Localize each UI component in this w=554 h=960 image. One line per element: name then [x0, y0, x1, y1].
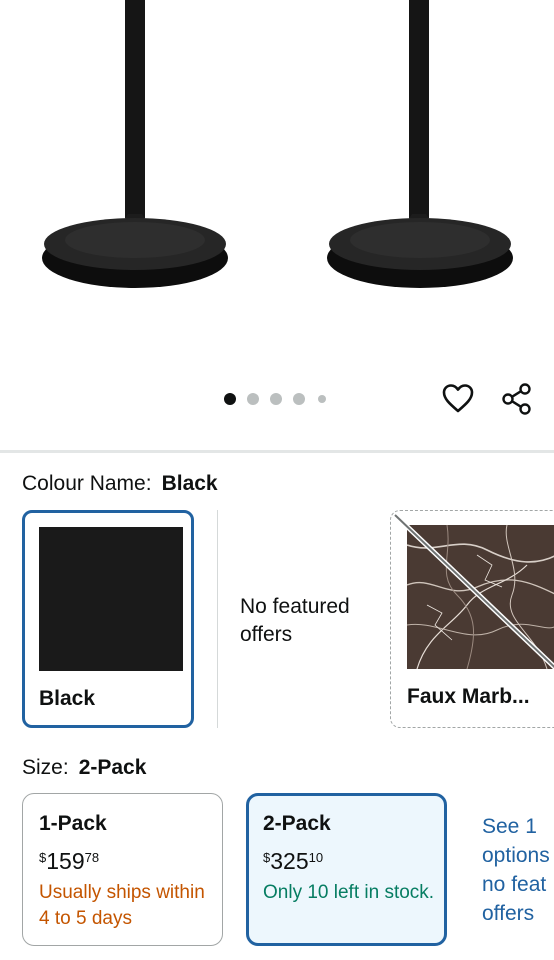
price-whole: 325	[270, 848, 309, 874]
colour-label: Colour Name:	[22, 472, 152, 495]
see-more-options-link[interactable]: See 1 options no feat offers	[482, 812, 554, 928]
size-selected-value: 2-Pack	[78, 756, 147, 779]
size-option-price: $15978	[39, 848, 99, 875]
carousel-dot-2[interactable]	[247, 393, 259, 405]
size-label-row: Size: 2-Pack	[22, 756, 146, 780]
size-option-2-pack[interactable]: 2-Pack $32510 Only 10 left in stock.	[246, 793, 447, 946]
price-fraction: 10	[308, 850, 324, 865]
heart-icon	[442, 384, 474, 413]
price-symbol: $	[263, 850, 271, 865]
share-button[interactable]	[500, 382, 534, 416]
colour-selected-value: Black	[161, 472, 218, 495]
colour-option-name: Black	[39, 687, 96, 710]
black-swatch-image	[39, 527, 183, 671]
price-whole: 159	[46, 848, 85, 874]
carousel-dot-1[interactable]	[224, 393, 236, 405]
price-symbol: $	[39, 850, 47, 865]
section-divider	[0, 450, 554, 453]
colour-option-faux-marble[interactable]: Faux Marb...	[390, 510, 554, 728]
colour-option-name: Faux Marb...	[407, 685, 530, 708]
colour-option-separator	[217, 510, 218, 728]
colour-option-no-offers[interactable]: No featured offers	[240, 593, 380, 649]
colour-label-row: Colour Name: Black	[22, 472, 218, 496]
share-icon	[502, 383, 531, 415]
carousel-dot-5[interactable]	[318, 395, 326, 403]
size-option-title: 2-Pack	[263, 812, 331, 835]
size-option-title: 1-Pack	[39, 812, 107, 835]
size-label: Size:	[22, 756, 69, 779]
shipping-message: Usually ships within 4 to 5 days	[39, 882, 205, 929]
price-fraction: 78	[84, 850, 100, 865]
product-image-gallery[interactable]	[0, 0, 554, 450]
image-carousel-dots[interactable]	[224, 392, 334, 406]
wishlist-button[interactable]	[440, 380, 476, 416]
carousel-dot-4[interactable]	[293, 393, 305, 405]
size-option-price: $32510	[263, 848, 323, 875]
carousel-dot-3[interactable]	[270, 393, 282, 405]
stock-message: Only 10 left in stock.	[263, 882, 435, 903]
colour-option-black[interactable]: Black	[22, 510, 194, 728]
size-option-1-pack[interactable]: 1-Pack $15978 Usually ships within 4 to …	[22, 793, 223, 946]
